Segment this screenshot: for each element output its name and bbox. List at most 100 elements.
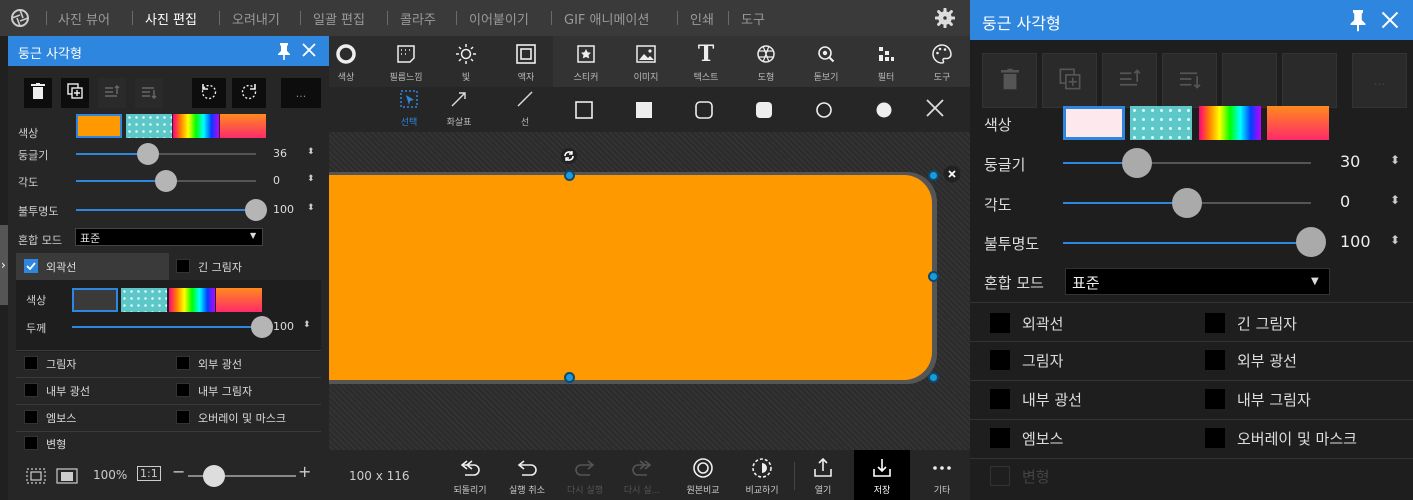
compare-original-button[interactable]: 원본비교 — [675, 450, 731, 500]
stepper-icon[interactable]: ⬍ — [303, 320, 311, 330]
tool-text[interactable]: T 텍스트 — [676, 36, 736, 87]
shadow-checkbox[interactable] — [990, 350, 1010, 370]
more-actions-button[interactable]: 기타 — [914, 450, 970, 500]
tool-tools[interactable]: 도구 — [912, 36, 972, 87]
opacity-value[interactable]: 100 — [273, 203, 294, 216]
roundness-slider-knob[interactable] — [1122, 148, 1153, 178]
angle-value[interactable]: 0 — [273, 174, 280, 187]
redo-button[interactable]: 다시 실행 — [557, 450, 613, 500]
overlay-mask-checkbox[interactable] — [176, 410, 190, 424]
nav-photo-edit[interactable]: 사진 편집 — [145, 9, 197, 28]
outline-tab[interactable]: 외곽선 — [16, 253, 169, 280]
outer-glow-checkbox[interactable] — [176, 356, 190, 370]
angle-slider-knob[interactable] — [1172, 188, 1202, 218]
delete-button[interactable] — [982, 53, 1037, 108]
roundness-value[interactable]: 30 — [1340, 152, 1360, 171]
outline-width-slider-knob[interactable] — [251, 316, 273, 338]
more-button[interactable]: ... — [1352, 53, 1407, 108]
rotate-left-button[interactable] — [192, 78, 226, 108]
zoom-in-button[interactable]: + — [298, 462, 311, 481]
long-shadow-checkbox[interactable] — [176, 259, 190, 273]
close-icon[interactable] — [925, 98, 945, 122]
compare-button[interactable]: 비교하기 — [734, 450, 790, 500]
outline-swatch-rainbow[interactable] — [169, 288, 215, 312]
bring-forward-button[interactable] — [98, 78, 126, 108]
outline-swatch-pattern[interactable] — [121, 288, 167, 312]
stepper-icon[interactable]: ⬍ — [307, 147, 315, 157]
tool-magnifier[interactable]: 돋보기 — [796, 36, 856, 87]
tool-light[interactable]: 빛 — [436, 36, 496, 87]
color-swatch-rainbow[interactable] — [1199, 106, 1261, 140]
resize-handle-top[interactable] — [564, 170, 575, 181]
opacity-slider-knob[interactable] — [245, 199, 267, 221]
one-to-one-button[interactable]: 1:1 — [137, 466, 161, 481]
send-backward-button[interactable] — [135, 78, 163, 108]
circle-filled-icon[interactable] — [875, 101, 893, 123]
resize-handle-top-right[interactable] — [928, 170, 939, 181]
color-swatch-solid[interactable] — [1063, 106, 1125, 140]
nav-tools[interactable]: 도구 — [741, 9, 765, 28]
delete-button[interactable] — [24, 78, 52, 108]
rect-outline-icon[interactable] — [575, 101, 593, 123]
color-swatch-solid[interactable] — [76, 114, 122, 138]
pin-icon[interactable] — [276, 42, 292, 64]
nav-print[interactable]: 인쇄 — [690, 9, 714, 28]
emboss-checkbox[interactable] — [990, 428, 1010, 448]
stepper-icon[interactable]: ⬍ — [307, 203, 315, 213]
aperture-icon[interactable] — [10, 8, 30, 32]
outline-checkbox[interactable] — [24, 259, 38, 273]
nav-batch-edit[interactable]: 일괄 편집 — [313, 9, 365, 28]
inner-glow-checkbox[interactable] — [990, 389, 1010, 409]
rotate-left-button[interactable] — [1222, 53, 1277, 108]
color-swatch-gradient[interactable] — [1267, 106, 1329, 140]
nav-gif-animation[interactable]: GIF 애니메이션 — [564, 9, 649, 28]
stepper-icon[interactable]: ⬍ — [1390, 233, 1400, 247]
undo-button[interactable]: 실행 취소 — [499, 450, 555, 500]
color-swatch-pattern[interactable] — [126, 114, 172, 138]
roundness-value[interactable]: 36 — [273, 147, 287, 160]
zoom-out-button[interactable]: − — [172, 462, 185, 481]
zoom-slider-knob[interactable] — [203, 465, 225, 487]
stepper-icon[interactable]: ⬍ — [1390, 153, 1400, 167]
overlay-mask-checkbox[interactable] — [1205, 428, 1225, 448]
color-swatch-rainbow[interactable] — [173, 114, 219, 138]
tool-sticker[interactable]: 스티커 — [556, 36, 616, 87]
tool-color[interactable]: 색상 — [316, 36, 376, 87]
inner-shadow-checkbox[interactable] — [176, 383, 190, 397]
nav-photo-viewer[interactable]: 사진 뷰어 — [58, 9, 110, 28]
stepper-icon[interactable]: ⬍ — [1390, 193, 1400, 207]
more-button[interactable]: ... — [281, 78, 321, 108]
rotate-right-button[interactable] — [1282, 53, 1337, 108]
transform-checkbox[interactable] — [24, 436, 38, 450]
tool-image[interactable]: 이미지 — [616, 36, 676, 87]
actual-size-icon[interactable] — [56, 467, 78, 489]
inner-glow-checkbox[interactable] — [24, 383, 38, 397]
line-tool[interactable]: 선 — [500, 89, 550, 129]
duplicate-button[interactable] — [61, 78, 89, 108]
close-icon[interactable] — [301, 42, 317, 62]
editing-canvas[interactable] — [329, 132, 970, 450]
opacity-slider-knob[interactable] — [1296, 227, 1326, 257]
rounded-rect-filled-icon[interactable] — [755, 101, 773, 123]
long-shadow-checkbox[interactable] — [1205, 313, 1225, 333]
outer-glow-checkbox[interactable] — [1205, 350, 1225, 370]
color-swatch-pattern[interactable] — [1130, 106, 1192, 140]
revert-button[interactable]: 되돌리기 — [442, 450, 498, 500]
nav-stitch[interactable]: 이어붙이기 — [469, 9, 529, 28]
outline-width-value[interactable]: 100 — [273, 320, 294, 333]
close-icon[interactable] — [1380, 10, 1400, 34]
blend-mode-select[interactable]: 표준 ▼ — [1065, 268, 1330, 295]
opacity-value[interactable]: 100 — [1340, 232, 1371, 251]
resize-handle-bottom-right[interactable] — [928, 372, 939, 383]
shadow-checkbox[interactable] — [24, 356, 38, 370]
tool-filter[interactable]: 필터 — [856, 36, 916, 87]
delete-handle-icon[interactable] — [943, 165, 961, 187]
redo-all-button[interactable]: 다시 실... — [614, 450, 670, 500]
outline-swatch-solid[interactable] — [72, 288, 118, 312]
resize-handle-bottom[interactable] — [564, 372, 575, 383]
open-button[interactable]: 열기 — [795, 450, 851, 500]
pin-icon[interactable] — [1348, 8, 1368, 36]
color-swatch-gradient[interactable] — [220, 114, 266, 138]
rotate-right-button[interactable] — [232, 78, 266, 108]
rect-filled-icon[interactable] — [635, 101, 653, 123]
